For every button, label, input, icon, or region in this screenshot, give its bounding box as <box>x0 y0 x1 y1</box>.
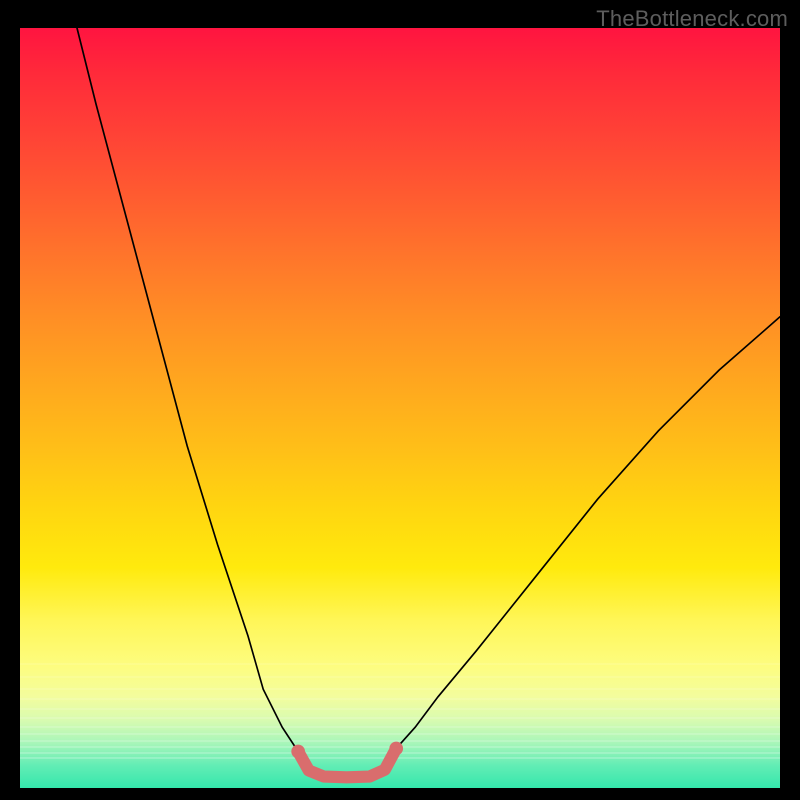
curve-svg <box>20 28 780 788</box>
right-curve <box>396 317 780 749</box>
watermark-text: TheBottleneck.com <box>596 6 788 32</box>
chart-frame: TheBottleneck.com <box>0 0 800 800</box>
valley-left-dot <box>291 745 305 759</box>
valley-highlight-path <box>298 748 396 777</box>
left-curve <box>77 28 298 752</box>
plot-area <box>20 28 780 788</box>
valley-right-dot <box>389 742 403 756</box>
